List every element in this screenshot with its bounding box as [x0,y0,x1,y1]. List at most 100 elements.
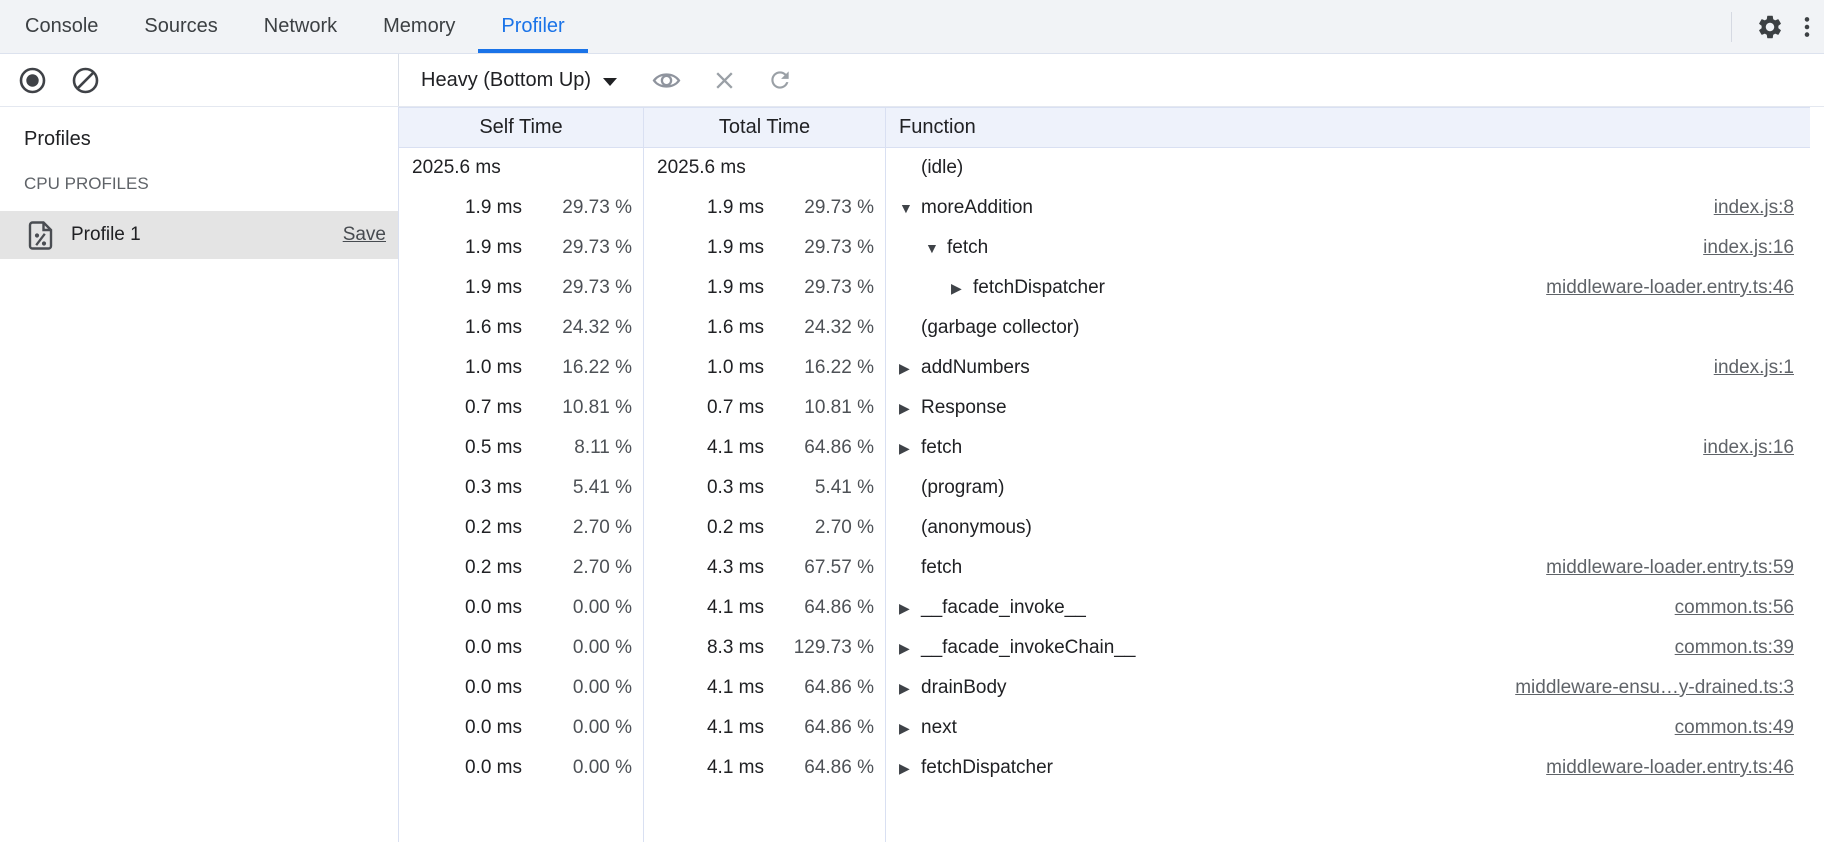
tree-expand-arrow-icon[interactable]: ▶ [899,721,921,735]
cpu-profiles-section-label: CPU PROFILES [0,157,398,201]
source-location-link[interactable]: index.js:1 [1714,357,1810,379]
source-location-link[interactable]: middleware-loader.entry.ts:59 [1546,557,1810,579]
table-row[interactable]: 1.9 ms 29.73 % 1.9 ms 29.73 % ▼ fetch in… [399,228,1810,268]
table-row[interactable]: 0.0 ms 0.00 % 4.1 ms 64.86 % ▶ next comm… [399,708,1810,748]
restore-refresh-icon[interactable] [767,67,793,93]
tree-expand-arrow-icon[interactable]: ▶ [899,641,921,655]
column-header-function[interactable]: Function [886,108,1810,147]
view-mode-dropdown[interactable]: Heavy (Bottom Up) [421,69,617,92]
tree-expand-arrow-icon[interactable]: ▼ [925,241,947,255]
source-location-link[interactable]: index.js:16 [1703,237,1810,259]
total-time-cell: 0.2 ms 2.70 % [644,508,886,548]
table-row[interactable]: 1.9 ms 29.73 % 1.9 ms 29.73 % ▶ fetchDis… [399,268,1810,308]
source-location-link[interactable]: common.ts:49 [1675,717,1810,739]
focus-eye-icon[interactable] [651,68,682,93]
tree-expand-arrow-icon[interactable]: ▶ [899,601,921,615]
toolbar-divider [1731,12,1732,42]
tab-sources[interactable]: Sources [121,0,240,53]
table-row[interactable]: 0.0 ms 0.00 % 8.3 ms 129.73 % ▶ __facade… [399,628,1810,668]
self-time-ms: 1.0 ms [399,357,522,379]
source-location-link[interactable]: middleware-ensu…y-drained.ts:3 [1515,677,1810,699]
record-icon[interactable] [18,66,47,95]
column-header-self-time[interactable]: Self Time [399,108,644,147]
self-time-ms: 0.0 ms [399,597,522,619]
self-time-cell: 0.0 ms 0.00 % [399,708,644,748]
self-time-percent: 2.70 % [522,517,643,539]
function-cell: ▶ __facade_invoke__ common.ts:56 [886,588,1810,628]
source-location-link[interactable]: middleware-loader.entry.ts:46 [1546,277,1810,299]
self-time-percent: 29.73 % [522,277,643,299]
table-row[interactable]: 1.6 ms 24.32 % 1.6 ms 24.32 % (garbage c… [399,308,1810,348]
table-row[interactable]: 0.7 ms 10.81 % 0.7 ms 10.81 % ▶ Response [399,388,1810,428]
total-time-cell: 1.0 ms 16.22 % [644,348,886,388]
tab-console[interactable]: Console [2,0,121,53]
function-cell: ▶ fetchDispatcher middleware-loader.entr… [886,268,1810,308]
table-row[interactable]: 0.5 ms 8.11 % 4.1 ms 64.86 % ▶ fetch ind… [399,428,1810,468]
tree-expand-arrow-icon[interactable]: ▶ [899,401,921,415]
exclude-close-icon[interactable] [712,68,737,93]
self-time-percent: 0.00 % [522,717,643,739]
total-time-percent: 16.22 % [764,357,885,379]
self-time-ms: 0.0 ms [399,757,522,779]
source-location-link[interactable]: index.js:16 [1703,437,1810,459]
total-time-ms: 1.9 ms [644,197,764,219]
tab-memory[interactable]: Memory [360,0,478,53]
function-cell: ▶ fetchDispatcher middleware-loader.entr… [886,748,1810,788]
total-time-cell: 4.1 ms 64.86 % [644,668,886,708]
settings-gear-icon[interactable] [1750,7,1790,47]
source-location-link[interactable]: index.js:8 [1714,197,1810,219]
table-row[interactable]: 0.2 ms 2.70 % 0.2 ms 2.70 % (anonymous) [399,508,1810,548]
source-location-link[interactable]: common.ts:39 [1675,637,1810,659]
total-time-cell [644,788,886,842]
self-time-percent: 16.22 % [522,357,643,379]
tab-network[interactable]: Network [241,0,360,53]
self-time-ms: 2025.6 ms [412,157,501,179]
table-row[interactable]: 1.0 ms 16.22 % 1.0 ms 16.22 % ▶ addNumbe… [399,348,1810,388]
table-row[interactable]: 1.9 ms 29.73 % 1.9 ms 29.73 % ▼ moreAddi… [399,188,1810,228]
source-location-link[interactable]: common.ts:56 [1675,597,1810,619]
tab-profiler[interactable]: Profiler [478,0,587,53]
grid-header-row: Self Time Total Time Function [399,107,1810,148]
profile-item-selected[interactable]: Profile 1 Save [0,211,398,259]
self-time-cell: 0.2 ms 2.70 % [399,508,644,548]
total-time-ms: 4.1 ms [644,757,764,779]
function-name: addNumbers [921,357,1030,379]
more-menu-icon[interactable] [1790,7,1824,47]
self-time-ms: 0.2 ms [399,517,522,539]
column-header-total-time[interactable]: Total Time [644,108,886,147]
total-time-cell: 0.7 ms 10.81 % [644,388,886,428]
self-time-cell: 1.9 ms 29.73 % [399,188,644,228]
tree-expand-arrow-icon[interactable]: ▶ [899,361,921,375]
tree-expand-arrow-icon[interactable]: ▼ [899,201,921,215]
self-time-percent: 24.32 % [522,317,643,339]
total-time-cell: 4.1 ms 64.86 % [644,588,886,628]
table-row[interactable]: 0.2 ms 2.70 % 4.3 ms 67.57 % fetch middl… [399,548,1810,588]
self-time-ms: 0.0 ms [399,677,522,699]
tree-expand-arrow-icon[interactable]: ▶ [899,761,921,775]
tree-expand-arrow-icon[interactable]: ▶ [951,281,973,295]
profile-data-grid: Self Time Total Time Function 2025.6 ms … [399,107,1824,842]
table-row[interactable]: 0.3 ms 5.41 % 0.3 ms 5.41 % (program) [399,468,1810,508]
table-row[interactable]: 0.0 ms 0.00 % 4.1 ms 64.86 % ▶ fetchDisp… [399,748,1810,788]
table-row[interactable]: 0.0 ms 0.00 % 4.1 ms 64.86 % ▶ __facade_… [399,588,1810,628]
function-cell: ▼ fetch index.js:16 [886,228,1810,268]
tree-expand-arrow-icon[interactable]: ▶ [899,441,921,455]
table-row[interactable]: 2025.6 ms 2025.6 ms (idle) [399,148,1810,188]
function-cell: ▼ moreAddition index.js:8 [886,188,1810,228]
self-time-ms: 0.5 ms [399,437,522,459]
table-row[interactable]: 0.0 ms 0.00 % 4.1 ms 64.86 % ▶ drainBody… [399,668,1810,708]
tree-expand-arrow-icon[interactable]: ▶ [899,681,921,695]
total-time-ms: 2025.6 ms [657,157,746,179]
clear-icon[interactable] [71,66,100,95]
profiler-toolbar: Heavy (Bottom Up) [0,54,1824,107]
total-time-percent: 64.86 % [764,597,885,619]
source-location-link[interactable]: middleware-loader.entry.ts:46 [1546,757,1810,779]
function-name: moreAddition [921,197,1033,219]
total-time-ms: 4.3 ms [644,557,764,579]
function-name: fetch [921,437,962,459]
self-time-cell: 1.6 ms 24.32 % [399,308,644,348]
save-profile-link[interactable]: Save [343,224,386,246]
self-time-ms: 1.9 ms [399,197,522,219]
total-time-percent: 67.57 % [764,557,885,579]
function-name: drainBody [921,677,1007,699]
